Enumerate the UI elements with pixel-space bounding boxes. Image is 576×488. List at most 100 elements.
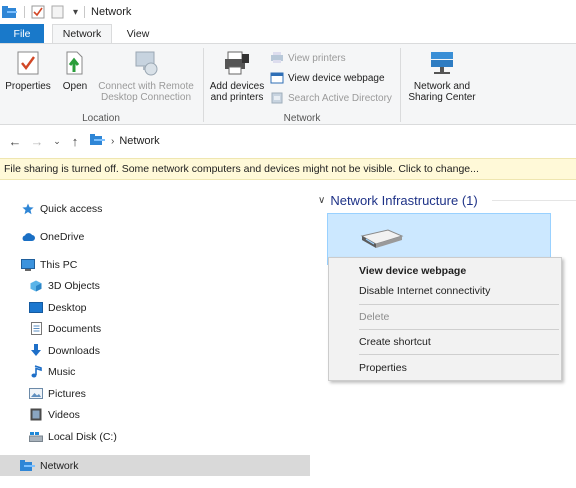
directory-icon — [270, 91, 284, 105]
tab-view[interactable]: View — [116, 24, 160, 43]
nav-item-documents[interactable]: Documents — [0, 318, 310, 339]
properties-icon — [16, 48, 40, 78]
network-group: Add devices and printers View printers V… — [204, 44, 400, 126]
music-icon — [28, 364, 44, 380]
nav-item-3d-objects[interactable]: 3D Objects — [0, 275, 310, 296]
nav-label: This PC — [40, 258, 78, 271]
sharing-center-label-1: Network and — [413, 81, 471, 92]
add-devices-label-1: Add devices — [209, 81, 265, 92]
remote-desktop-icon — [132, 48, 160, 78]
location-group-label: Location — [82, 113, 120, 124]
separator — [84, 6, 86, 18]
document-icon — [28, 321, 44, 337]
search-active-directory-label: Search Active Directory — [288, 92, 392, 104]
nav-label: Network — [40, 459, 79, 472]
cloud-icon — [20, 229, 36, 245]
view-device-webpage-button[interactable]: View device webpage — [270, 71, 385, 85]
router-icon — [358, 228, 404, 255]
webpage-icon — [270, 71, 284, 85]
view-printers-icon — [270, 51, 284, 65]
cube-icon — [28, 278, 44, 294]
download-icon — [28, 343, 44, 359]
breadcrumb-chevron[interactable]: › — [111, 136, 114, 147]
new-folder-icon[interactable] — [51, 5, 65, 19]
nav-label: 3D Objects — [48, 279, 100, 292]
folder-network-icon[interactable] — [2, 5, 18, 19]
nav-item-videos[interactable]: Videos — [0, 404, 310, 425]
network-sharing-center-button[interactable]: Network and Sharing Center — [404, 48, 480, 103]
group-divider — [492, 200, 576, 201]
star-icon — [20, 201, 36, 217]
nav-item-onedrive[interactable]: OneDrive — [0, 226, 310, 247]
network-infrastructure-header[interactable]: ∨ Network Infrastructure (1) — [318, 190, 478, 210]
open-button[interactable]: Open — [58, 48, 92, 92]
network-icon — [20, 458, 36, 474]
window-title: Network — [91, 6, 132, 18]
nav-item-downloads[interactable]: Downloads — [0, 340, 310, 361]
properties-check-icon[interactable] — [31, 5, 45, 19]
address-bar[interactable]: › Network — [90, 133, 160, 149]
nav-label: Local Disk (C:) — [48, 430, 117, 443]
menu-separator — [359, 354, 559, 355]
view-printers-label: View printers — [288, 52, 346, 64]
separator — [400, 48, 401, 122]
nav-item-local-disk[interactable]: Local Disk (C:) — [0, 426, 310, 447]
nav-label: Pictures — [48, 387, 86, 400]
properties-button[interactable]: Properties — [4, 48, 52, 92]
nav-item-quick-access[interactable]: Quick access — [0, 198, 310, 219]
search-active-directory-button[interactable]: Search Active Directory — [270, 91, 392, 105]
nav-label: OneDrive — [40, 230, 85, 243]
recent-locations-chevron-icon[interactable]: ⌄ — [48, 132, 66, 150]
menu-item-disable-internet[interactable]: Disable Internet connectivity — [331, 281, 559, 301]
nav-item-desktop[interactable]: Desktop — [0, 297, 310, 318]
nav-label: Desktop — [48, 301, 87, 314]
navigation-bar: ← → ⌄ ↑ › Network — [0, 130, 576, 152]
separator — [24, 6, 25, 18]
nav-label: Music — [48, 365, 76, 378]
disk-icon — [28, 429, 44, 445]
context-menu: View device webpage Disable Internet con… — [328, 257, 562, 381]
collapse-chevron-icon[interactable]: ∨ — [318, 195, 325, 206]
computer-icon — [20, 257, 36, 273]
location-group: Properties Open Connect with Remote Desk… — [0, 44, 202, 126]
tab-network[interactable]: Network — [52, 24, 112, 43]
view-printers-button[interactable]: View printers — [270, 51, 346, 65]
nav-label: Downloads — [48, 344, 100, 357]
menu-item-view-device-webpage[interactable]: View device webpage — [331, 261, 559, 281]
breadcrumb-network[interactable]: Network — [119, 135, 159, 147]
menu-item-properties[interactable]: Properties — [331, 358, 559, 378]
menu-item-delete: Delete — [359, 311, 390, 323]
title-bar: ▾ Network — [0, 0, 576, 24]
ribbon-tabs: File Network View — [0, 24, 576, 43]
network-location-icon — [90, 133, 106, 149]
videos-icon — [28, 407, 44, 423]
navigation-pane: Quick access OneDrive This PC 3D Objects… — [0, 190, 316, 488]
pictures-icon — [28, 386, 44, 402]
file-sharing-infobar[interactable]: File sharing is turned off. Some network… — [0, 158, 576, 180]
add-devices-button[interactable]: Add devices and printers — [206, 48, 268, 103]
sharing-center-group: Network and Sharing Center — [402, 44, 482, 126]
forward-arrow-icon[interactable]: → — [28, 132, 46, 150]
nav-item-pictures[interactable]: Pictures — [0, 383, 310, 404]
nav-item-this-pc[interactable]: This PC — [0, 254, 310, 275]
network-group-label: Network — [283, 113, 321, 124]
back-arrow-icon[interactable]: ← — [6, 132, 24, 150]
group-title: Network Infrastructure (1) — [330, 192, 478, 208]
remote-desktop-button[interactable]: Connect with Remote Desktop Connection — [94, 48, 198, 103]
qa-dropdown-icon[interactable]: ▾ — [73, 7, 78, 18]
ribbon: Properties Open Connect with Remote Desk… — [0, 43, 576, 125]
open-icon — [63, 48, 87, 78]
open-label: Open — [62, 81, 88, 92]
printer-icon — [223, 48, 251, 78]
menu-item-create-shortcut[interactable]: Create shortcut — [331, 332, 559, 352]
add-devices-label-2: and printers — [210, 92, 264, 103]
properties-label: Properties — [5, 81, 51, 92]
nav-label: Documents — [48, 322, 102, 335]
nav-item-music[interactable]: Music — [0, 361, 310, 382]
nav-item-network[interactable]: Network — [0, 455, 310, 476]
up-arrow-icon[interactable]: ↑ — [66, 132, 84, 150]
remote-desktop-label-2: Desktop Connection — [100, 92, 192, 103]
tab-file[interactable]: File — [0, 24, 44, 43]
nav-label: Quick access — [40, 202, 103, 215]
menu-separator — [359, 304, 559, 305]
